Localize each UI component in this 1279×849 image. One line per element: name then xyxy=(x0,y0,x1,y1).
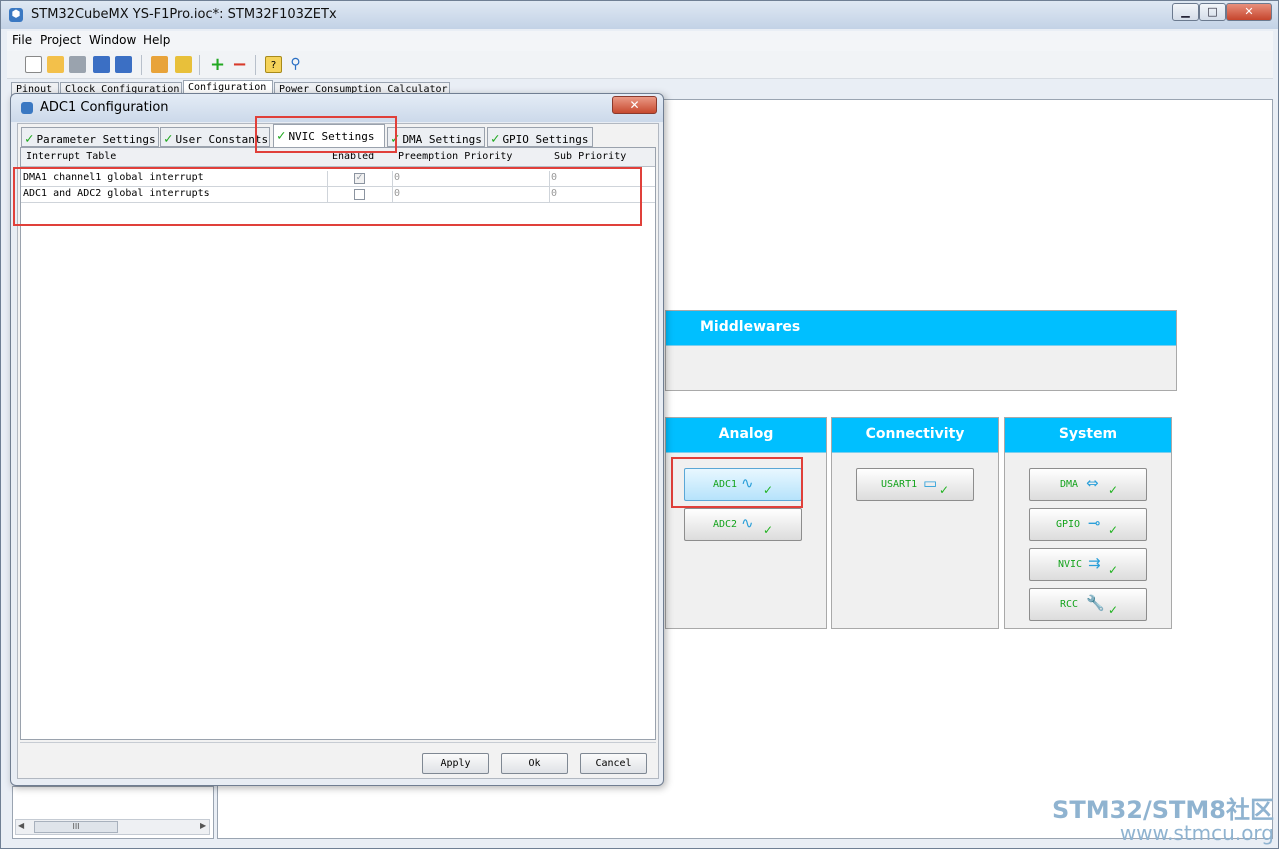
rcc-label: RCC xyxy=(1060,599,1079,610)
column-interrupt-table[interactable]: Interrupt Table xyxy=(26,151,116,162)
generate-code-icon[interactable] xyxy=(151,56,168,73)
dma-transfer-icon: ⇔ xyxy=(1086,474,1099,492)
search-icon[interactable]: ⚲ xyxy=(287,56,304,73)
dialog-close-button[interactable]: ✕ xyxy=(612,96,657,114)
recent-files-icon[interactable] xyxy=(69,56,86,73)
usart1-button[interactable]: USART1 ▭ ✓ xyxy=(856,468,974,501)
check-icon: ✓ xyxy=(939,483,950,497)
tab-label: DMA Settings xyxy=(402,133,482,146)
adc2-label: ADC2 xyxy=(713,519,738,530)
minimize-button[interactable]: ▁ xyxy=(1172,3,1199,21)
adc1-highlight-box xyxy=(671,457,803,508)
menu-project[interactable]: Project xyxy=(40,33,81,47)
gpio-button[interactable]: GPIO ⊸ ✓ xyxy=(1029,508,1147,541)
toolbar: + − ? ⚲ xyxy=(7,51,1273,79)
check-icon: ✓ xyxy=(25,131,34,147)
nvic-settings-panel: Interrupt Table Enabled Preemption Prior… xyxy=(20,147,656,740)
window-title: STM32CubeMX YS-F1Pro.ioc*: STM32F103ZETx xyxy=(31,7,337,22)
check-icon: ✓ xyxy=(763,523,774,537)
apply-button[interactable]: Apply xyxy=(422,753,489,774)
toolbar-separator xyxy=(199,55,200,75)
toolbar-separator xyxy=(255,55,256,75)
tab-label: GPIO Settings xyxy=(502,133,589,146)
adc2-button[interactable]: ADC2 ∿ ✓ xyxy=(684,508,802,541)
tab-dma-settings[interactable]: ✓ DMA Settings xyxy=(387,127,485,147)
dialog-title: ADC1 Configuration xyxy=(40,100,169,115)
remove-icon[interactable]: − xyxy=(231,56,248,74)
check-icon: ✓ xyxy=(491,131,500,147)
connectivity-header: Connectivity xyxy=(832,418,998,453)
menu-bar: File Project Window Help xyxy=(7,31,1273,51)
dialog-icon xyxy=(21,102,33,114)
report-icon[interactable] xyxy=(175,56,192,73)
nvic-label: NVIC xyxy=(1058,559,1083,570)
menu-help[interactable]: Help xyxy=(143,33,170,47)
nvic-button[interactable]: NVIC ⇉ ✓ xyxy=(1029,548,1147,581)
interrupt-icon: ⇉ xyxy=(1088,554,1101,572)
dma-button[interactable]: DMA ⇔ ✓ xyxy=(1029,468,1147,501)
interrupt-table-highlight-box xyxy=(13,167,642,226)
column-sub-priority[interactable]: Sub Priority xyxy=(554,151,626,162)
check-icon: ✓ xyxy=(1108,483,1119,497)
gpio-label: GPIO xyxy=(1056,519,1081,530)
new-file-icon[interactable] xyxy=(25,56,42,73)
system-header: System xyxy=(1005,418,1171,453)
rcc-button[interactable]: RCC 🔧 ✓ xyxy=(1029,588,1147,621)
menu-file[interactable]: File xyxy=(12,33,32,47)
horizontal-scrollbar[interactable]: ◀ III ▶ xyxy=(15,819,210,835)
check-icon: ✓ xyxy=(1108,603,1119,617)
footer-separator xyxy=(20,742,656,743)
analog-box: Analog ADC1 ∿ ✓ ADC2 ∿ ✓ xyxy=(665,417,827,629)
usart1-label: USART1 xyxy=(881,479,918,490)
scrollbar-thumb[interactable]: III xyxy=(34,821,118,833)
scroll-right-icon[interactable]: ▶ xyxy=(200,821,206,830)
watermark-title: STM32/STM8社区 xyxy=(1052,796,1274,824)
add-icon[interactable]: + xyxy=(209,56,226,74)
scroll-left-icon[interactable]: ◀ xyxy=(18,821,24,830)
gpio-switch-icon: ⊸ xyxy=(1088,514,1101,532)
tab-gpio-settings[interactable]: ✓ GPIO Settings xyxy=(487,127,593,147)
tab-label: Parameter Settings xyxy=(36,133,156,146)
check-icon: ✓ xyxy=(164,131,173,147)
dma-label: DMA xyxy=(1060,479,1079,490)
save-as-icon[interactable] xyxy=(115,56,132,73)
waveform-icon: ∿ xyxy=(741,514,754,532)
middlewares-header: Middlewares xyxy=(666,311,1176,346)
check-icon: ✓ xyxy=(1108,563,1119,577)
title-bar: ⬢ STM32CubeMX YS-F1Pro.ioc*: STM32F103ZE… xyxy=(1,1,1278,29)
cancel-button[interactable]: Cancel xyxy=(580,753,647,774)
save-icon[interactable] xyxy=(93,56,110,73)
nvic-tab-highlight-box xyxy=(255,116,397,153)
menu-window[interactable]: Window xyxy=(89,33,136,47)
help-icon[interactable]: ? xyxy=(265,56,282,73)
close-button[interactable]: ✕ xyxy=(1226,3,1272,21)
app-icon: ⬢ xyxy=(9,8,23,22)
tab-user-constants[interactable]: ✓ User Constants xyxy=(160,127,270,147)
adc1-configuration-dialog: ADC1 Configuration ✕ ✓ Parameter Settings… xyxy=(10,93,664,786)
check-icon: ✓ xyxy=(1108,523,1119,537)
middlewares-box: Middlewares xyxy=(665,310,1177,391)
wrench-icon: 🔧 xyxy=(1086,594,1105,612)
maximize-button[interactable]: □ xyxy=(1199,3,1226,21)
column-preemption-priority[interactable]: Preemption Priority xyxy=(398,151,512,162)
tab-parameter-settings[interactable]: ✓ Parameter Settings xyxy=(21,127,159,147)
analog-header: Analog xyxy=(666,418,826,453)
toolbar-separator xyxy=(141,55,142,75)
connectivity-box: Connectivity USART1 ▭ ✓ xyxy=(831,417,999,629)
open-folder-icon[interactable] xyxy=(47,56,64,73)
system-box: System DMA ⇔ ✓ GPIO ⊸ ✓ NVIC ⇉ ✓ RCC 🔧 ✓ xyxy=(1004,417,1172,629)
watermark: STM32/STM8社区 www.stmcu.org xyxy=(1040,790,1274,845)
ok-button[interactable]: Ok xyxy=(501,753,568,774)
serial-port-icon: ▭ xyxy=(923,474,938,492)
